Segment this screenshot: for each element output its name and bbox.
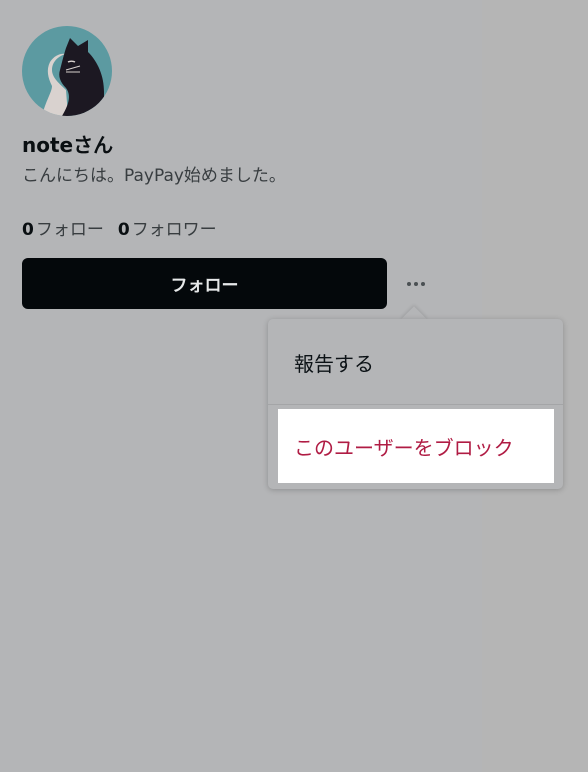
followers-stat[interactable]: 0 フォロワー	[118, 218, 217, 242]
dot	[414, 282, 418, 286]
menu-divider	[268, 404, 563, 405]
following-count: 0	[22, 220, 34, 240]
more-horizontal-icon	[407, 282, 425, 286]
profile-name: noteさん	[22, 133, 114, 157]
menu-item-block-user[interactable]: このユーザーをブロック	[278, 409, 554, 483]
dot	[407, 282, 411, 286]
dot	[421, 282, 425, 286]
menu-item-report[interactable]: 報告する	[268, 322, 563, 402]
avatar[interactable]	[22, 26, 112, 116]
more-options-button[interactable]	[398, 268, 434, 300]
profile-stats: 0 フォロー 0 フォロワー	[22, 218, 217, 242]
following-stat[interactable]: 0 フォロー	[22, 218, 104, 242]
followers-count: 0	[117, 220, 130, 240]
followers-label: フォロワー	[131, 220, 217, 240]
profile-bio: こんにちは。PayPay始めました。	[22, 166, 286, 186]
follow-button[interactable]: フォロー	[22, 258, 387, 309]
black-cat-avatar-icon	[22, 26, 112, 116]
following-label: フォロー	[35, 220, 104, 240]
